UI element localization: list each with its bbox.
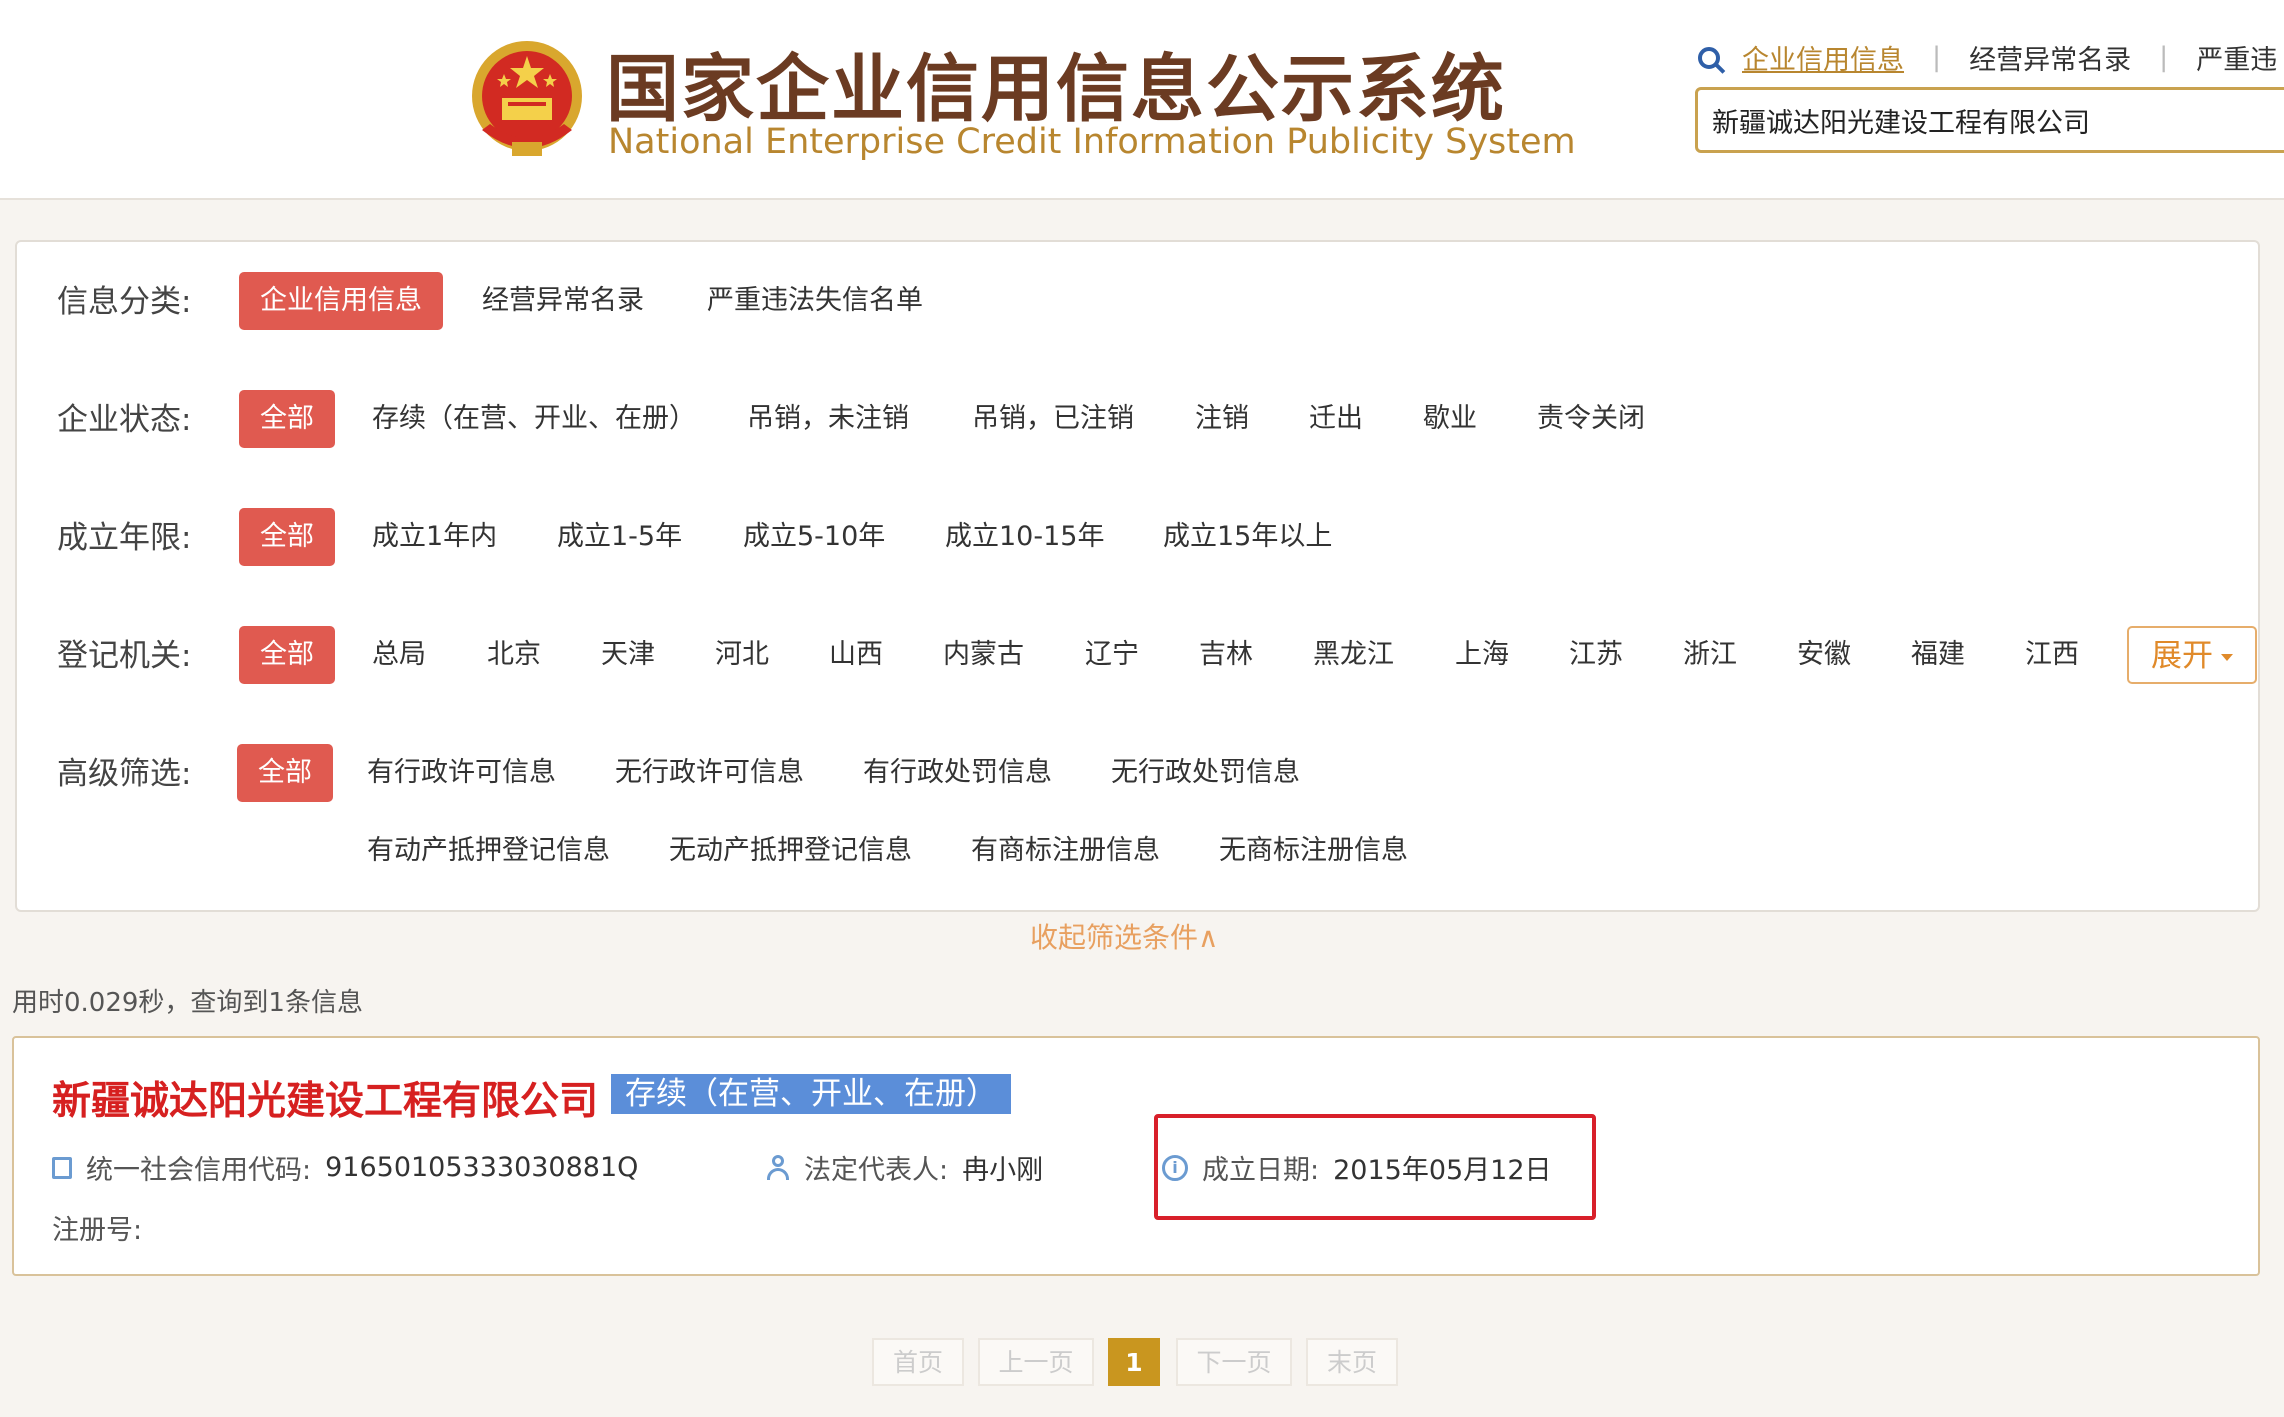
nav-separator: | — [2159, 42, 2169, 73]
filter-advanced-item[interactable]: 无行政许可信息 — [615, 744, 804, 802]
filter-age-15y-plus[interactable]: 成立15年以上 — [1163, 508, 1332, 566]
filter-row-authority: 登记机关: 全部 总局 北京 天津 河北 山西 内蒙古 辽宁 吉林 黑龙江 上海… — [57, 626, 2257, 686]
filter-status-revoked-not-cancelled[interactable]: 吊销，未注销 — [747, 390, 909, 448]
filter-label: 登记机关: — [57, 638, 192, 674]
credit-code-label: 统一社会信用代码: — [86, 1155, 312, 1186]
filter-age-10-15y[interactable]: 成立10-15年 — [945, 508, 1104, 566]
filter-row-category: 信息分类: 企业信用信息 经营异常名录 严重违法失信名单 — [57, 272, 2257, 332]
filter-authority-item[interactable]: 总局 — [372, 626, 426, 684]
filter-authority-item[interactable]: 河北 — [715, 626, 769, 684]
filter-age-all[interactable]: 全部 — [239, 508, 335, 566]
filter-status-closed-business[interactable]: 歇业 — [1423, 390, 1477, 448]
company-name-link[interactable]: 新疆诚达阳光建设工程有限公司 — [52, 1070, 598, 1126]
filter-authority-item[interactable]: 江西 — [2025, 626, 2079, 684]
filter-authority-item[interactable]: 黑龙江 — [1313, 626, 1394, 684]
caret-down-icon — [2221, 654, 2233, 661]
pagination-prev[interactable]: 上一页 — [978, 1338, 1094, 1386]
filter-authority-item[interactable]: 山西 — [829, 626, 883, 684]
filter-authority-item[interactable]: 上海 — [1455, 626, 1509, 684]
filter-authority-item[interactable]: 吉林 — [1199, 626, 1253, 684]
filter-category-violation[interactable]: 严重违法失信名单 — [707, 272, 923, 330]
pagination-next[interactable]: 下一页 — [1176, 1338, 1292, 1386]
filter-authority-item[interactable]: 内蒙古 — [943, 626, 1024, 684]
user-icon — [766, 1154, 790, 1181]
filter-advanced-all[interactable]: 全部 — [237, 744, 333, 802]
legal-rep-value: 冉小刚 — [962, 1155, 1044, 1186]
filter-label: 企业状态: — [57, 402, 192, 438]
legal-rep-field: 法定代表人: 冉小刚 — [766, 1148, 1043, 1187]
filter-authority-item[interactable]: 福建 — [1911, 626, 1965, 684]
search-icon[interactable] — [1698, 46, 1720, 69]
filter-panel: 信息分类: 企业信用信息 经营异常名录 严重违法失信名单 企业状态: 全部 存续… — [15, 240, 2260, 912]
filter-advanced-item[interactable]: 有动产抵押登记信息 — [367, 822, 610, 880]
expand-label: 展开 — [2151, 638, 2213, 674]
filter-category-credit[interactable]: 企业信用信息 — [239, 272, 443, 330]
national-emblem-icon — [472, 41, 582, 156]
filter-status-all[interactable]: 全部 — [239, 390, 335, 448]
nav-credit-info[interactable]: 企业信用信息 — [1742, 38, 1904, 77]
filter-age-1y[interactable]: 成立1年内 — [372, 508, 497, 566]
filter-authority-item[interactable]: 江苏 — [1569, 626, 1623, 684]
filter-advanced-item[interactable]: 有商标注册信息 — [971, 822, 1160, 880]
site-subtitle: National Enterprise Credit Information P… — [608, 122, 1576, 162]
filter-advanced-item[interactable]: 无动产抵押登记信息 — [669, 822, 912, 880]
search-input[interactable] — [1710, 104, 2274, 137]
reg-no-label: 注册号: — [52, 1215, 143, 1246]
founding-date-value: 2015年05月12日 — [1333, 1155, 1552, 1186]
filter-advanced-item[interactable]: 无商标注册信息 — [1219, 822, 1408, 880]
filter-status-revoked-cancelled[interactable]: 吊销，已注销 — [972, 390, 1134, 448]
filter-label: 信息分类: — [57, 284, 192, 320]
filter-status-active[interactable]: 存续（在营、开业、在册） — [372, 390, 696, 448]
filter-authority-item[interactable]: 浙江 — [1683, 626, 1737, 684]
info-icon: i — [1162, 1154, 1188, 1181]
filter-authority-item[interactable]: 天津 — [601, 626, 655, 684]
filter-advanced-item[interactable]: 有行政处罚信息 — [863, 744, 1052, 802]
filter-authority-all[interactable]: 全部 — [239, 626, 335, 684]
pagination-first[interactable]: 首页 — [872, 1338, 964, 1386]
filter-row-advanced: 高级筛选: 全部 有行政许可信息 无行政许可信息 有行政处罚信息 无行政处罚信息 — [57, 744, 2257, 804]
filter-authority-item[interactable]: 安徽 — [1797, 626, 1851, 684]
expand-button[interactable]: 展开 — [2127, 626, 2257, 684]
filter-advanced-item[interactable]: 有行政许可信息 — [367, 744, 556, 802]
filter-label: 成立年限: — [57, 520, 192, 556]
filter-row-status: 企业状态: 全部 存续（在营、开业、在册） 吊销，未注销 吊销，已注销 注销 迁… — [57, 390, 2257, 450]
filter-category-abnormal[interactable]: 经营异常名录 — [482, 272, 644, 330]
book-icon — [52, 1156, 72, 1179]
filter-row-age: 成立年限: 全部 成立1年内 成立1-5年 成立5-10年 成立10-15年 成… — [57, 508, 2257, 568]
filter-status-ordered-closed[interactable]: 责令关闭 — [1537, 390, 1645, 448]
result-summary: 用时0.029秒，查询到1条信息 — [12, 988, 363, 1018]
nav-abnormal-list[interactable]: 经营异常名录 — [1969, 38, 2131, 77]
filter-authority-item[interactable]: 北京 — [487, 626, 541, 684]
filter-status-moved-out[interactable]: 迁出 — [1309, 390, 1363, 448]
nav-serious-violation[interactable]: 严重违 — [2196, 38, 2277, 77]
filter-status-cancelled[interactable]: 注销 — [1195, 390, 1249, 448]
credit-code-value: 91650105333030881Q — [325, 1152, 639, 1183]
filter-row-advanced-2: 有动产抵押登记信息 无动产抵押登记信息 有商标注册信息 无商标注册信息 — [57, 822, 2257, 882]
collapse-filters-link[interactable]: 收起筛选条件∧ — [1030, 916, 1219, 956]
nav-separator: | — [1932, 42, 1942, 73]
legal-rep-label: 法定代表人: — [804, 1155, 949, 1186]
filter-label: 高级筛选: — [57, 756, 192, 792]
founding-date-label: 成立日期: — [1202, 1155, 1320, 1186]
result-card[interactable]: 新疆诚达阳光建设工程有限公司 存续（在营、开业、在册） 统一社会信用代码: 91… — [12, 1036, 2260, 1276]
filter-authority-item[interactable]: 辽宁 — [1085, 626, 1139, 684]
status-badge: 存续（在营、开业、在册） — [611, 1074, 1011, 1114]
header: 国家企业信用信息公示系统 National Enterprise Credit … — [0, 0, 2284, 200]
filter-advanced-item[interactable]: 无行政处罚信息 — [1111, 744, 1300, 802]
filter-age-1-5y[interactable]: 成立1-5年 — [557, 508, 682, 566]
pagination-last[interactable]: 末页 — [1306, 1338, 1398, 1386]
search-box[interactable] — [1695, 87, 2284, 153]
top-nav: 企业信用信息 | 经营异常名录 | 严重违 — [1698, 38, 2277, 77]
founding-date-field: i 成立日期: 2015年05月12日 — [1162, 1148, 1552, 1187]
site-title: 国家企业信用信息公示系统 — [606, 47, 1506, 132]
credit-code-field: 统一社会信用代码: 91650105333030881Q — [52, 1148, 638, 1187]
pagination-page-1[interactable]: 1 — [1108, 1338, 1160, 1386]
filter-age-5-10y[interactable]: 成立5-10年 — [743, 508, 885, 566]
